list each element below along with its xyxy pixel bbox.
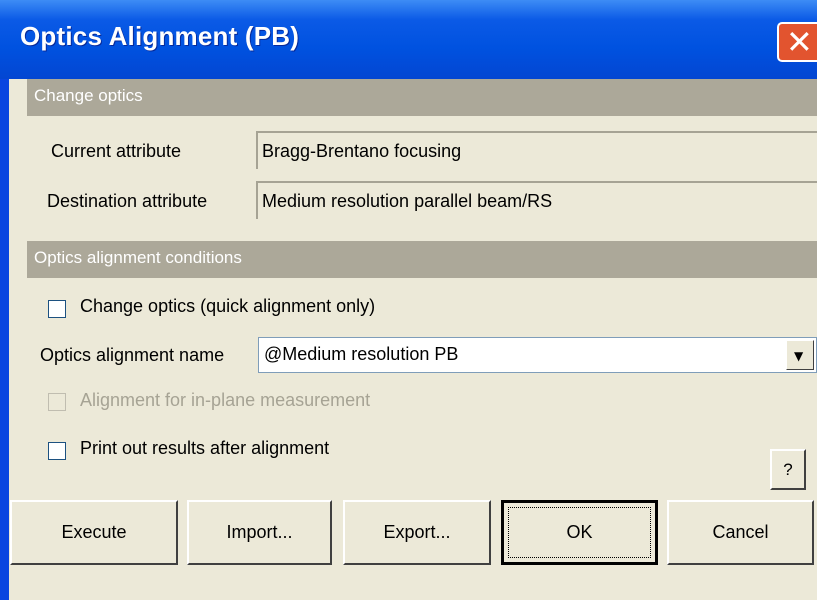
export-button[interactable]: Export... — [343, 500, 491, 565]
destination-attribute-field: Medium resolution parallel beam/RS — [256, 181, 817, 219]
cancel-button[interactable]: Cancel — [667, 500, 814, 565]
print-results-checkbox[interactable] — [48, 442, 66, 460]
quick-alignment-label[interactable]: Change optics (quick alignment only) — [80, 296, 375, 317]
help-button[interactable]: ? — [770, 449, 806, 490]
alignment-name-value: @Medium resolution PB — [264, 344, 459, 364]
in-plane-label: Alignment for in-plane measurement — [80, 390, 371, 410]
import-button[interactable]: Import... — [187, 500, 332, 565]
close-button[interactable]: ✕ — [777, 22, 817, 62]
ok-button[interactable]: OK — [501, 500, 658, 565]
change-optics-header-label: Change optics — [34, 86, 143, 105]
alignment-conditions-header-label: Optics alignment conditions — [34, 248, 242, 267]
current-attribute-value: Bragg-Brentano focusing — [262, 141, 462, 161]
execute-button[interactable]: Execute — [10, 500, 178, 565]
close-icon[interactable]: ✕ — [786, 23, 813, 61]
window-title: Optics Alignment (PB) — [20, 21, 300, 51]
current-attribute-label: Current attribute — [51, 141, 182, 161]
quick-alignment-checkbox[interactable] — [48, 300, 66, 318]
dialog-window: Optics Alignment (PB) ✕ Change optics Cu… — [0, 0, 817, 600]
in-plane-checkbox — [48, 393, 66, 411]
destination-attribute-value: Medium resolution parallel beam/RS — [262, 191, 553, 211]
chevron-down-icon: ▼ — [794, 349, 804, 363]
change-optics-header: Change optics — [27, 79, 817, 116]
alignment-name-label: Optics alignment name — [40, 345, 225, 365]
current-attribute-field: Bragg-Brentano focusing — [256, 131, 817, 169]
alignment-name-select[interactable]: @Medium resolution PB ▼ — [258, 337, 817, 373]
print-results-label[interactable]: Print out results after alignment — [80, 438, 329, 459]
alignment-conditions-header: Optics alignment conditions — [27, 241, 817, 278]
dropdown-button[interactable]: ▼ — [786, 340, 814, 370]
title-bar[interactable]: Optics Alignment (PB) ✕ — [0, 0, 817, 79]
destination-attribute-label: Destination attribute — [47, 191, 208, 211]
focus-rectangle — [508, 507, 651, 558]
window-frame-left — [0, 79, 9, 600]
